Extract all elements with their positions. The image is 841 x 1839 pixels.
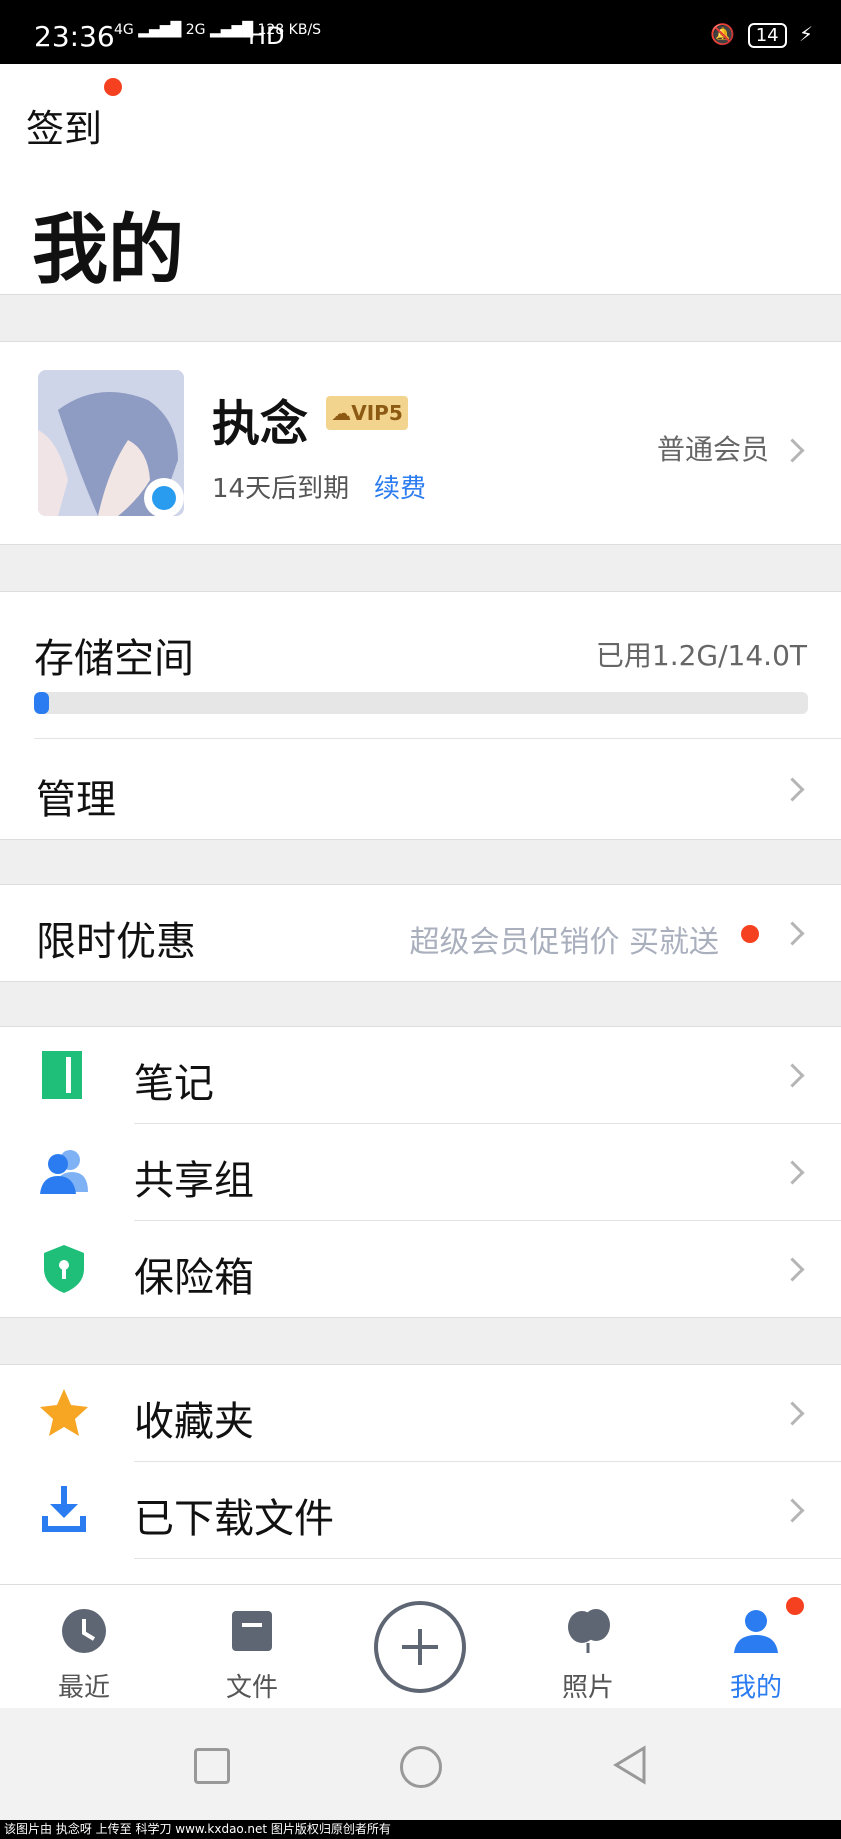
- menu-label: 收藏夹: [134, 1399, 254, 1445]
- chevron-right-icon: [780, 921, 805, 946]
- vip-badge: ☁VIP5: [326, 396, 408, 430]
- qq-icon: [152, 486, 176, 510]
- network-indicator: 4G ▂▄▆█ 2G ▂▄▆█ 128 KB/S: [114, 22, 322, 38]
- storage-progress-bar: [34, 692, 808, 714]
- note-icon: [42, 1051, 82, 1099]
- back-button[interactable]: [610, 1744, 650, 1786]
- checkin-badge: [104, 78, 122, 96]
- expiry-text: 14天后到期: [212, 474, 350, 504]
- promo-row[interactable]: 限时优惠 超级会员促销价 买就送: [0, 885, 841, 981]
- chevron-right-icon: [780, 777, 805, 802]
- qq-badge: [144, 478, 184, 518]
- section-gap: [0, 294, 841, 342]
- menu-item-notes[interactable]: 笔记: [0, 1027, 841, 1123]
- tab-label: 照片: [561, 1673, 614, 1703]
- chevron-right-icon: [780, 1401, 805, 1426]
- menu-item-favorites[interactable]: 收藏夹: [0, 1365, 841, 1461]
- menu-item-downloads[interactable]: 已下载文件: [0, 1462, 841, 1558]
- storage-label: 存储空间: [34, 636, 194, 682]
- vip-level: VIP5: [351, 401, 403, 425]
- menu-item-share-group[interactable]: 共享组: [0, 1124, 841, 1220]
- status-bar: 23:36 4G ▂▄▆█ 2G ▂▄▆█ 128 KB/S HD 🔕 14 ⚡: [0, 0, 841, 64]
- tab-recent[interactable]: 最近: [24, 1585, 144, 1709]
- section-gap: [0, 544, 841, 592]
- storage-progress-fill: [34, 692, 50, 714]
- chevron-right-icon: [780, 1063, 805, 1088]
- tab-label: 我的: [729, 1673, 782, 1703]
- manage-label: 管理: [36, 777, 116, 823]
- add-button[interactable]: [372, 1599, 468, 1695]
- safe-icon: [44, 1245, 84, 1293]
- watermark-footer: 该图片由 执念呀 上传至 科学刀 www.kxdao.net 图片版权归原创者所…: [0, 1820, 841, 1839]
- section-gap: [0, 839, 841, 885]
- tab-label: 最近: [57, 1673, 110, 1703]
- tab-photos[interactable]: 照片: [528, 1585, 648, 1709]
- mute-icon: 🔕: [710, 22, 736, 46]
- home-button[interactable]: [400, 1746, 442, 1788]
- tab-label: 文件: [225, 1673, 278, 1703]
- manage-row[interactable]: 管理: [0, 739, 841, 839]
- network-2g: 2G: [185, 22, 206, 38]
- promo-badge: [741, 925, 759, 943]
- menu-label: 共享组: [134, 1158, 254, 1204]
- group-icon: [40, 1150, 88, 1194]
- chevron-right-icon: [780, 438, 805, 463]
- plus-icon: [374, 1601, 466, 1693]
- charging-icon: ⚡: [798, 22, 813, 46]
- chevron-right-icon: [780, 1498, 805, 1523]
- member-level[interactable]: 普通会员: [657, 428, 769, 468]
- storage-used: 已用1.2G/14.0T: [595, 639, 807, 672]
- chevron-right-icon: [780, 1257, 805, 1282]
- tab-bar: 最近 文件 照片 我的: [0, 1584, 841, 1709]
- battery-icon: 14: [747, 23, 787, 48]
- balloon-icon: [568, 1609, 610, 1653]
- section-gap: [0, 981, 841, 1027]
- status-right: 🔕 14 ⚡: [710, 22, 813, 48]
- system-nav-bar: [0, 1708, 841, 1820]
- section-gap: [0, 1317, 841, 1365]
- status-time: 23:36: [34, 20, 115, 53]
- username: 执念: [212, 396, 309, 452]
- clock-icon: [62, 1609, 106, 1653]
- divider: [134, 1558, 841, 1559]
- folder-icon: [232, 1611, 272, 1651]
- tab-mine[interactable]: 我的: [696, 1585, 816, 1709]
- menu-label: 笔记: [134, 1061, 214, 1107]
- user-icon: [734, 1610, 778, 1653]
- download-icon: [42, 1486, 86, 1532]
- star-icon: [40, 1389, 88, 1436]
- recents-button[interactable]: [194, 1748, 230, 1784]
- tab-files[interactable]: 文件: [192, 1585, 312, 1709]
- chevron-right-icon: [780, 1160, 805, 1185]
- checkin-button[interactable]: 签到: [26, 98, 102, 153]
- menu-label: 保险箱: [134, 1255, 254, 1301]
- network-speed-unit: KB/S: [288, 22, 322, 38]
- menu-item-safe[interactable]: 保险箱: [0, 1221, 841, 1317]
- hd-indicator: HD: [248, 22, 285, 50]
- profile-card[interactable]: 执念 ☁VIP5 14天后到期 续费 普通会员: [0, 342, 841, 544]
- cloud-icon: ☁: [331, 401, 352, 425]
- renew-link[interactable]: 续费: [374, 468, 426, 505]
- menu-label: 已下载文件: [134, 1496, 334, 1542]
- promo-label: 限时优惠: [36, 919, 196, 965]
- page-title: 我的: [32, 205, 184, 294]
- promo-text: 超级会员促销价 买就送: [409, 925, 719, 960]
- storage-section: 存储空间 已用1.2G/14.0T: [0, 592, 841, 738]
- tab-badge: [786, 1597, 804, 1615]
- network-4g: 4G: [114, 22, 134, 38]
